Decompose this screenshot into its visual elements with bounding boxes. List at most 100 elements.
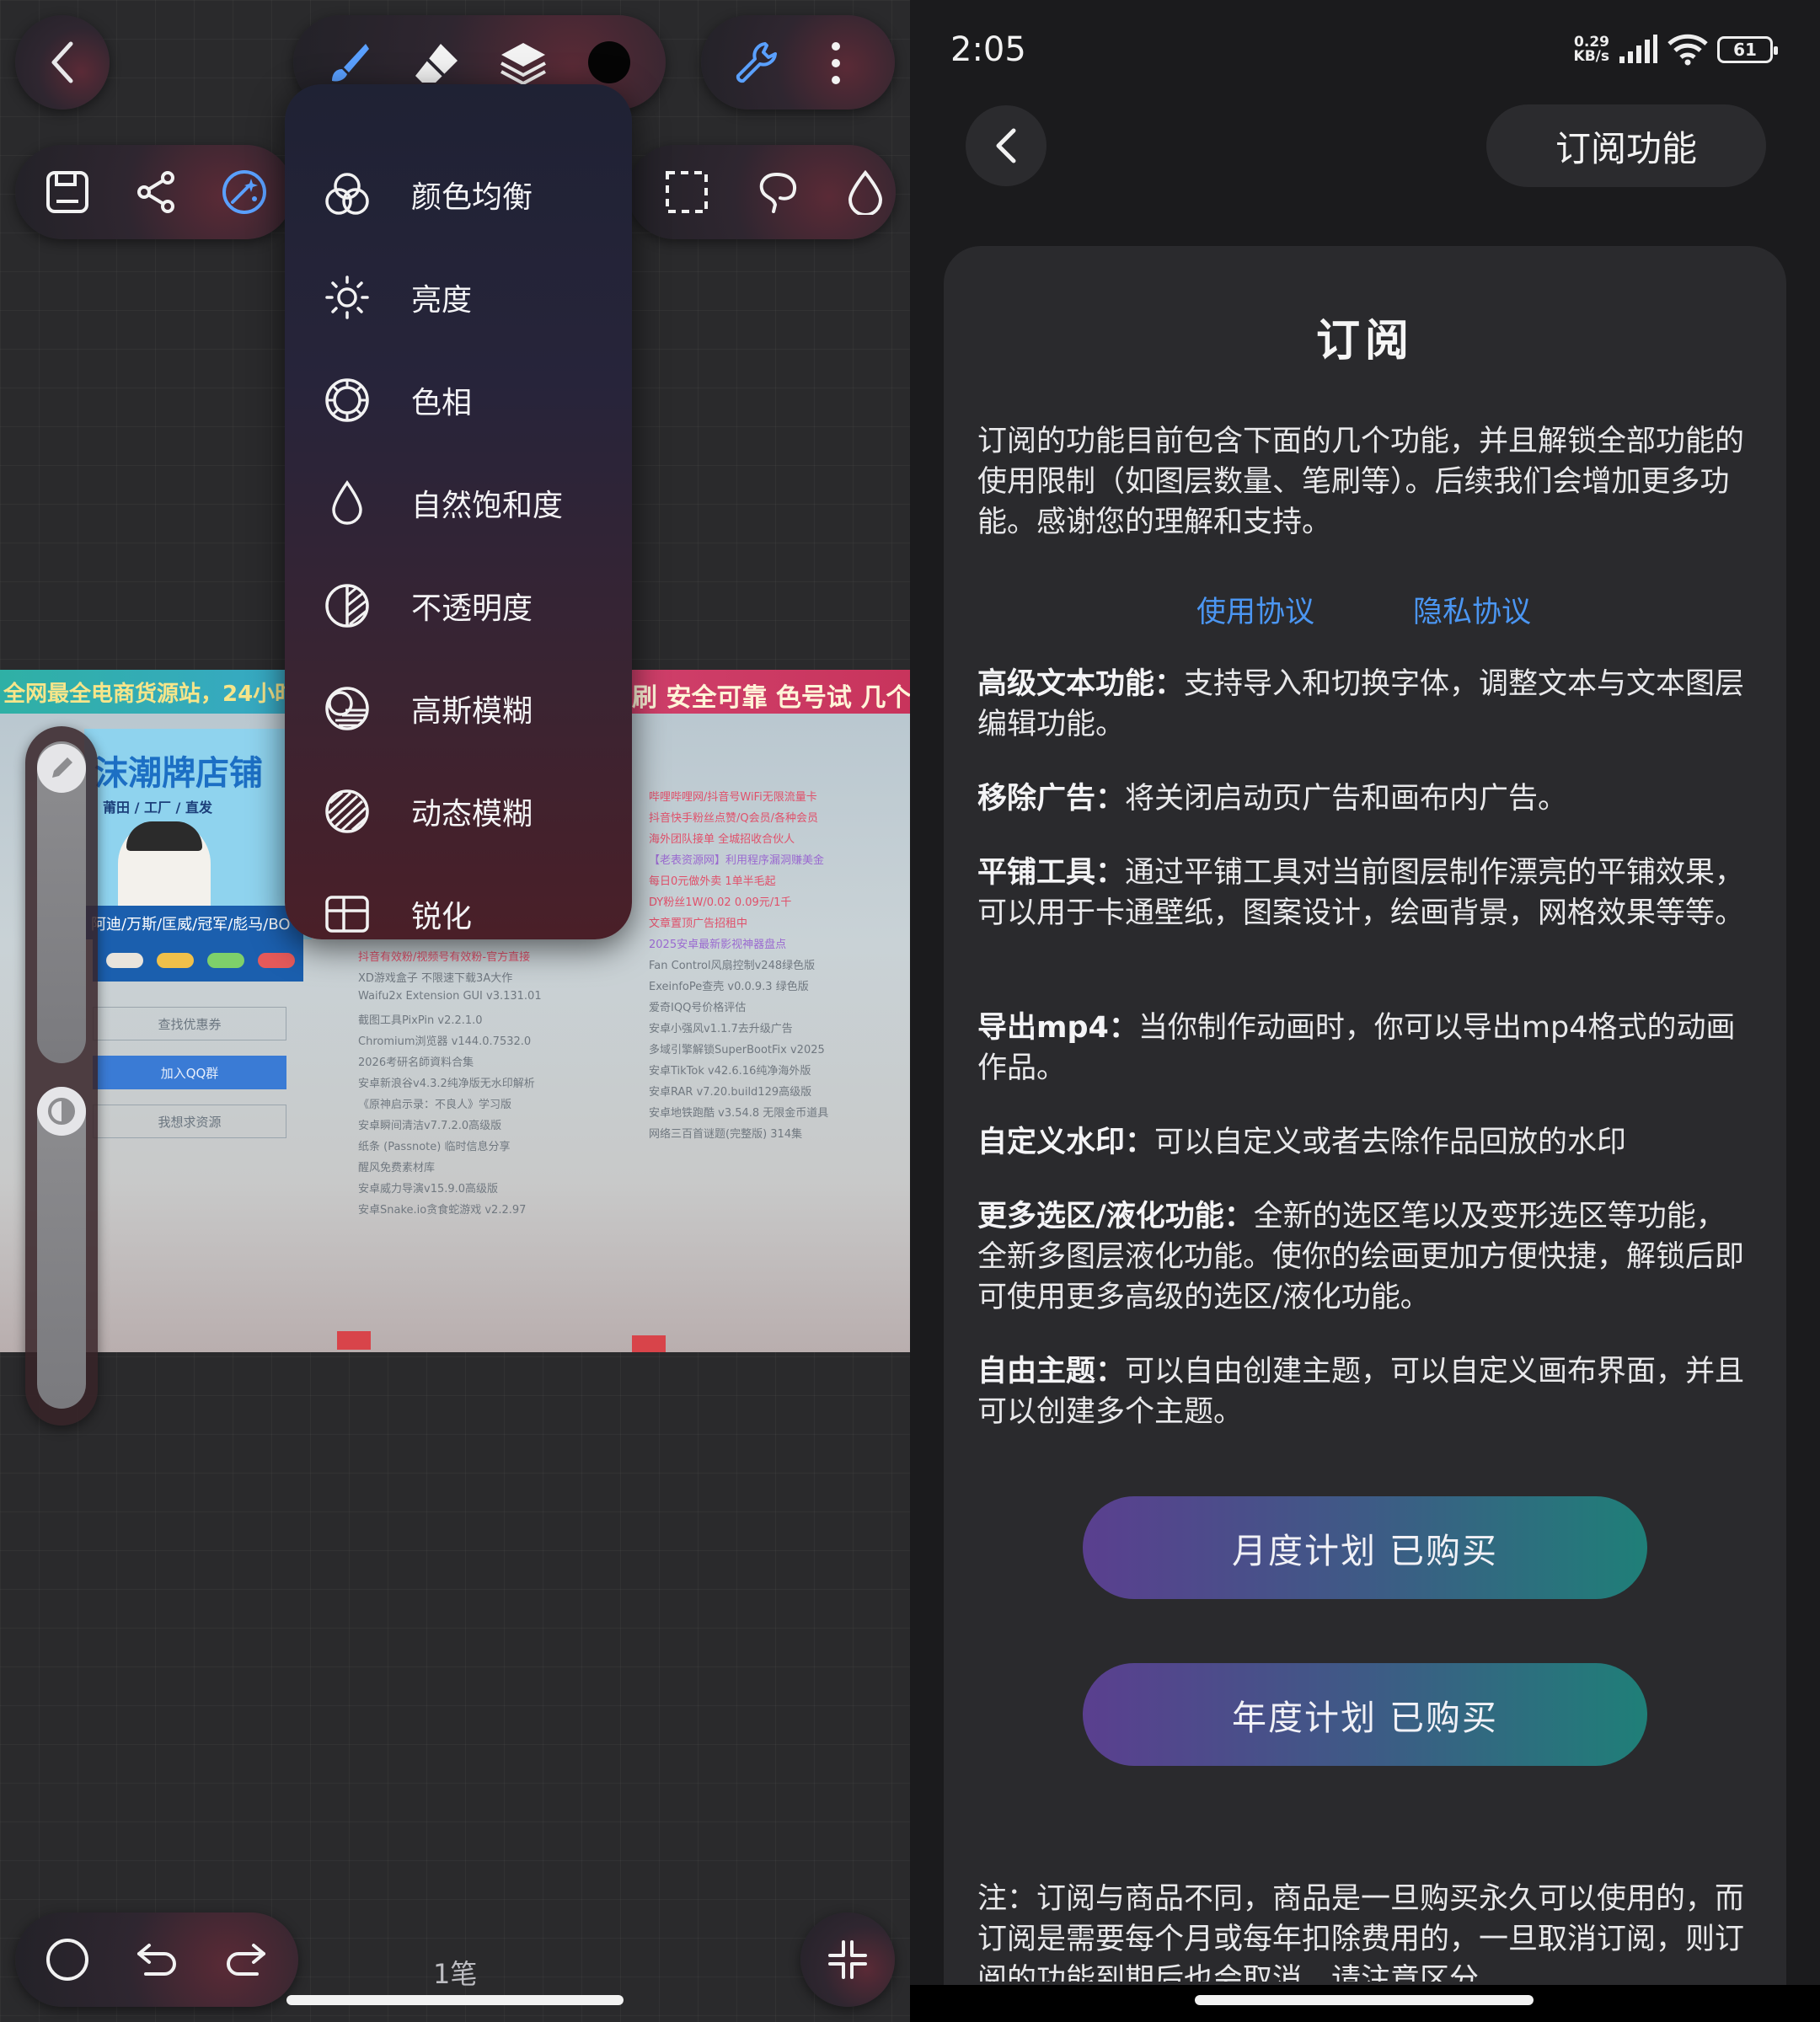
gaussian-blur-icon — [325, 687, 369, 730]
fullscreen-toggle-button[interactable] — [800, 1912, 895, 2007]
photo-shoe — [157, 953, 194, 968]
motion-blur-icon — [325, 789, 369, 833]
more-vertical-icon — [832, 42, 840, 84]
photo-hat — [126, 821, 202, 851]
photo-line: 安卓RAR v7.20.build129高级版 — [649, 1086, 812, 1099]
stroke-count: 1笔 — [433, 1958, 478, 1990]
more-options-button[interactable] — [819, 34, 853, 93]
save-icon — [46, 171, 88, 213]
wrench-icon — [736, 42, 777, 83]
menu-item-label: 不透明度 — [411, 591, 533, 626]
photo-line: 安卓威力导演v15.9.0高级版 — [358, 1183, 499, 1196]
home-indicator[interactable] — [286, 1995, 624, 2005]
photo-line: 安卓小强风v1.1.7去升级广告 — [649, 1023, 793, 1035]
menu-item-vibrance[interactable]: 自然饱和度 — [285, 452, 632, 554]
back-button[interactable] — [966, 105, 1046, 186]
photo-line: 文章置顶广告招租中 — [649, 917, 748, 930]
pencil-icon — [52, 757, 72, 778]
menu-item-label: 亮度 — [411, 283, 473, 318]
redo-button[interactable] — [219, 1933, 273, 1987]
intro-text: 订阅的功能目前包含下面的几个功能，并且解锁全部功能的使用限制（如图层数量、笔刷等… — [977, 425, 1745, 539]
liquify-tool-button[interactable] — [838, 165, 892, 219]
lasso-tool-button[interactable] — [751, 165, 805, 219]
menu-item-label: 高斯模糊 — [411, 694, 533, 729]
photo-line: DY粉丝1W/0.02 0.09元/1千 — [649, 896, 792, 909]
share-button[interactable] — [130, 165, 184, 219]
menu-item-label: 动态模糊 — [411, 797, 533, 832]
drawing-app-panel: 全网最全电商货源站，24小时 刷 安全可靠 色号试 几个区 沫潮牌店铺 莆田 /… — [0, 0, 910, 2022]
selection-tool-button[interactable] — [660, 165, 714, 219]
back-button[interactable] — [15, 15, 110, 110]
monthly-plan-button[interactable]: 月度计划 已购买 — [1083, 1496, 1647, 1599]
menu-item-hue[interactable]: 色相 — [285, 349, 632, 452]
photo-line: Waifu2x Extension GUI v3.131.01 — [358, 990, 542, 1003]
settings-button[interactable] — [726, 34, 785, 93]
menu-item-brightness[interactable]: 亮度 — [285, 246, 632, 349]
photo-column-1: 抖音有效粉/视频号有效粉-官方直接 XD游戏盒子 不限速下载3A大作 Waifu… — [358, 948, 611, 1222]
photo-shoe — [258, 953, 295, 968]
photo-shoe — [207, 953, 244, 968]
photo-shoe-row — [93, 939, 303, 982]
photo-line: 2026考研名師資料合集 — [358, 1056, 474, 1069]
menu-item-label: 锐化 — [411, 900, 473, 934]
color-swatch-icon — [588, 41, 630, 83]
eraser-icon — [415, 44, 458, 83]
brush-opacity-knob[interactable] — [37, 1087, 86, 1136]
feature-title: 高级文本功能： — [977, 667, 1185, 701]
photo-line: 爱奇IQQ号价格评估 — [649, 1002, 747, 1014]
photo-line: 醒风免费素材库 — [358, 1162, 436, 1174]
opacity-icon — [325, 584, 369, 628]
share-icon — [137, 171, 174, 213]
photo-banner-text: 全网最全电商货源站，24小时 — [3, 682, 297, 707]
photo-line: 每日0元做外卖 1单半毛起 — [649, 875, 776, 888]
terms-link[interactable]: 使用协议 — [1196, 588, 1314, 631]
photo-line: 安卓新浪谷v4.3.2纯净版无水印解析 — [358, 1078, 535, 1090]
photo-red-tag — [632, 1335, 666, 1352]
undo-button[interactable] — [130, 1933, 184, 1987]
photo-button: 加入QQ群 — [93, 1056, 286, 1089]
undo-icon — [137, 1944, 176, 1976]
photo-line: 抖音快手粉丝点赞/Q会员/各种会员 — [649, 812, 818, 825]
feature-item: 自定义水印：可以自定义或者去除作品回放的水印 — [977, 1122, 1753, 1163]
feature-title: 平铺工具： — [977, 856, 1126, 890]
photo-button: 我想求资源 — [93, 1105, 286, 1138]
photo-shop-subtitle: 莆田 / 工厂 / 直发 — [103, 800, 212, 816]
photo-line: 安卓Snake.io贪食蛇游戏 v2.2.97 — [358, 1204, 527, 1217]
brightness-icon — [325, 275, 369, 319]
settings-pill — [701, 15, 895, 110]
menu-item-label: 颜色均衡 — [411, 180, 533, 215]
photo-line: 抖音有效粉/视频号有效粉-官方直接 — [358, 951, 531, 964]
signal-icon — [1619, 35, 1657, 63]
adjustments-button[interactable] — [217, 165, 271, 219]
subscription-note: 注：订阅与商品不同，商品是一旦购买永久可以使用的，而订阅是需要每个月或每年扣除费… — [977, 1882, 1745, 1982]
home-indicator[interactable] — [1195, 1995, 1534, 2005]
save-button[interactable] — [40, 165, 94, 219]
menu-item-gaussian-blur[interactable]: 高斯模糊 — [285, 657, 632, 760]
photo-line: ExeinfoPe查壳 v0.0.9.3 绿色版 — [649, 981, 809, 993]
feature-title: 移除广告： — [977, 782, 1126, 816]
card-title: 订阅 — [1315, 316, 1414, 366]
menu-item-color-balance[interactable]: 颜色均衡 — [285, 143, 632, 246]
network-speed: 0.29 KB/s — [1562, 35, 1609, 64]
droplet-icon — [848, 169, 883, 215]
chevron-left-icon — [51, 41, 73, 83]
feature-item: 移除广告：将关闭启动页广告和画布内广告。 — [977, 778, 1753, 819]
menu-item-motion-blur[interactable]: 动态模糊 — [285, 760, 632, 863]
shape-tool-button[interactable] — [40, 1933, 94, 1987]
brush-icon — [332, 44, 369, 82]
privacy-link[interactable]: 隐私协议 — [1413, 588, 1531, 631]
contrast-icon — [48, 1098, 75, 1125]
hue-icon — [325, 378, 369, 422]
photo-line: XD游戏盒子 不限速下载3A大作 — [358, 972, 513, 985]
feature-item: 高级文本功能：支持导入和切换字体，调整文本与文本图层编辑功能。 — [977, 664, 1753, 745]
menu-item-sharpen[interactable]: 锐化 — [285, 863, 632, 939]
color-picker-button[interactable] — [584, 37, 634, 88]
collapse-icon — [828, 1940, 867, 1979]
photo-banner-right-text: 刷 安全可靠 色号试 几个区 — [632, 683, 910, 713]
photo-button: 查找优惠券 — [93, 1007, 286, 1040]
menu-item-label: 色相 — [411, 386, 473, 420]
menu-item-opacity[interactable]: 不透明度 — [285, 554, 632, 657]
brush-size-knob[interactable] — [37, 744, 86, 793]
yearly-plan-button[interactable]: 年度计划 已购买 — [1083, 1663, 1647, 1766]
photo-line: 网络三百首谜题(完整版) 314集 — [649, 1128, 803, 1141]
